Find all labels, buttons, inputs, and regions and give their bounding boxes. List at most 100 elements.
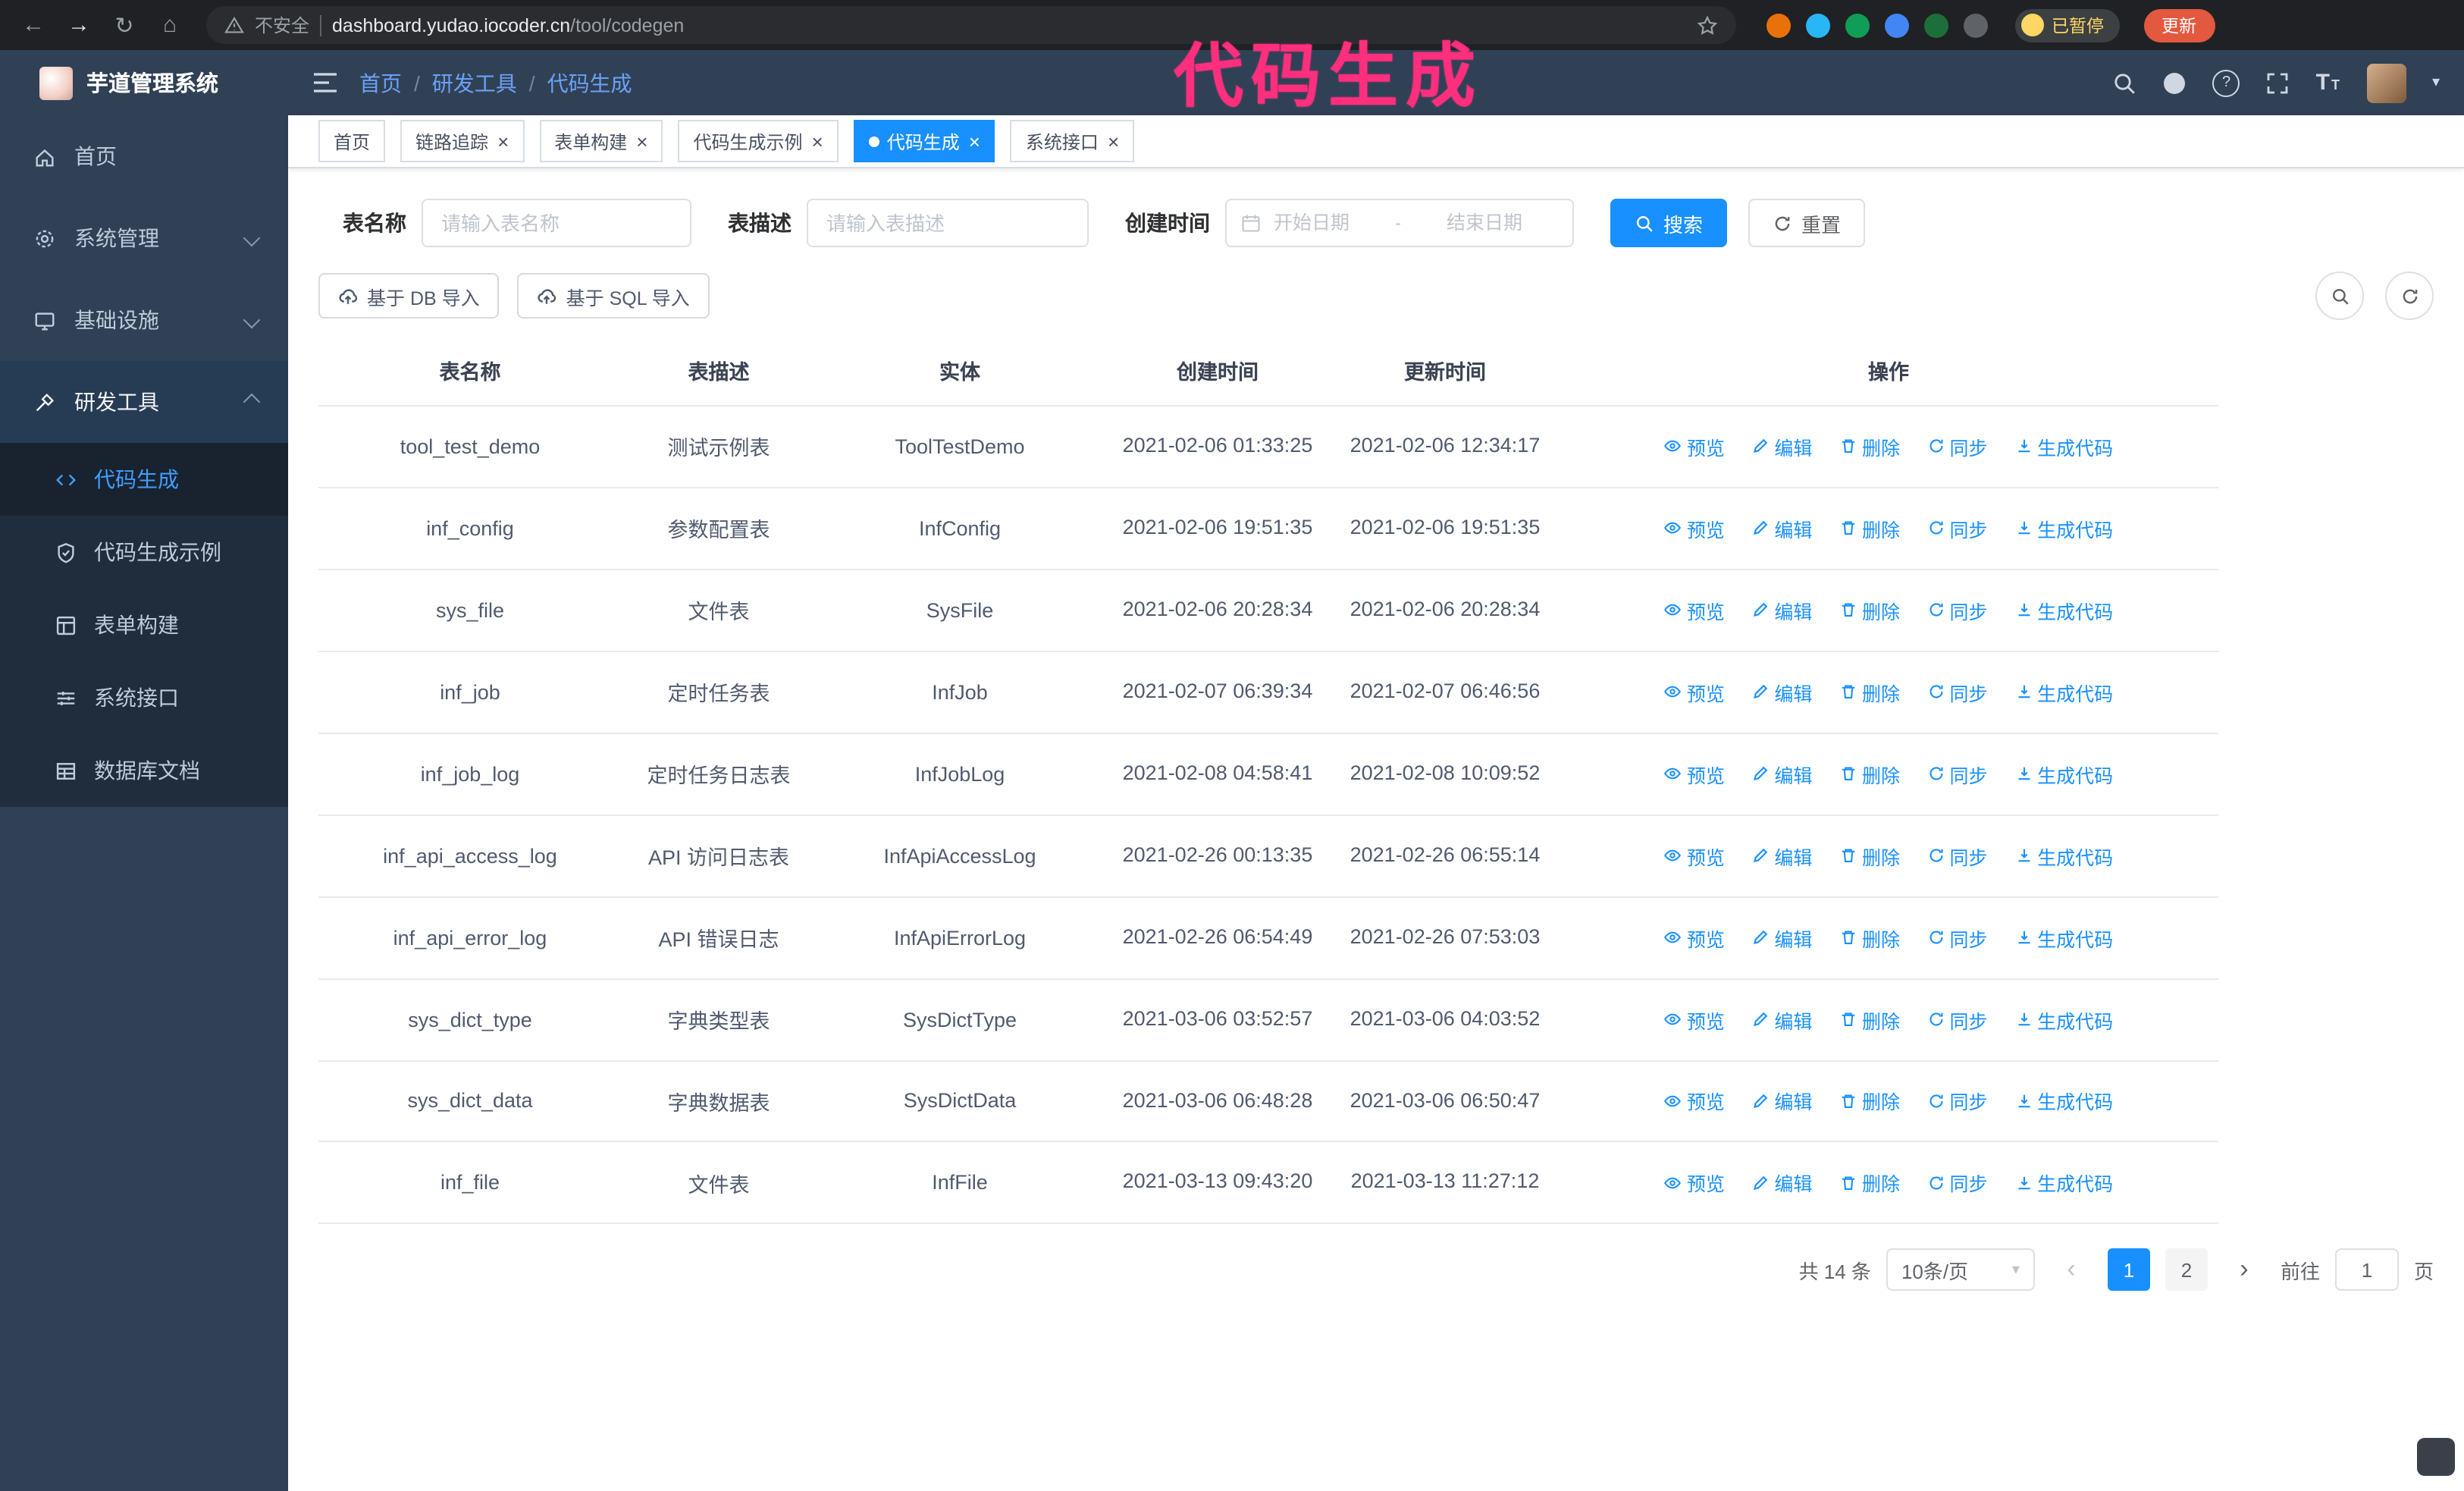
edit-link[interactable]: 编辑: [1751, 678, 1812, 707]
generate-code-link[interactable]: 生成代码: [2014, 596, 2113, 625]
delete-link[interactable]: 删除: [1839, 678, 1900, 707]
edit-link[interactable]: 编辑: [1751, 514, 1812, 543]
sync-link[interactable]: 同步: [1927, 514, 1988, 543]
edit-link[interactable]: 编辑: [1751, 759, 1812, 788]
font-size-icon[interactable]: TT: [2316, 70, 2341, 96]
preview-link[interactable]: 预览: [1664, 596, 1725, 625]
tab-系统接口[interactable]: 系统接口 ×: [1010, 120, 1135, 162]
fullscreen-icon[interactable]: [2266, 71, 2290, 95]
tab-close-icon[interactable]: ×: [969, 131, 980, 151]
tab-链路追踪[interactable]: 链路追踪 ×: [400, 120, 525, 162]
sync-link[interactable]: 同步: [1927, 596, 1988, 625]
extension-icon-1[interactable]: [1766, 13, 1791, 37]
search-button[interactable]: 搜索: [1610, 199, 1728, 247]
delete-link[interactable]: 删除: [1839, 841, 1900, 870]
page-button-1[interactable]: 1: [2107, 1248, 2150, 1292]
edit-link[interactable]: 编辑: [1751, 432, 1812, 461]
tab-close-icon[interactable]: ×: [1108, 131, 1119, 151]
edit-link[interactable]: 编辑: [1751, 1005, 1812, 1034]
delete-link[interactable]: 删除: [1839, 923, 1900, 952]
sidebar-item-devtools[interactable]: 研发工具: [0, 361, 288, 443]
edit-link[interactable]: 编辑: [1751, 841, 1812, 870]
extension-icon-5[interactable]: [1924, 13, 1948, 37]
sync-link[interactable]: 同步: [1927, 432, 1988, 461]
tab-首页[interactable]: 首页: [318, 120, 386, 162]
delete-link[interactable]: 删除: [1839, 759, 1900, 788]
date-range-picker[interactable]: -: [1225, 199, 1574, 247]
generate-code-link[interactable]: 生成代码: [2014, 923, 2113, 952]
sync-link[interactable]: 同步: [1927, 1169, 1988, 1198]
end-date-input[interactable]: [1410, 211, 1525, 235]
delete-link[interactable]: 删除: [1839, 1169, 1900, 1198]
sync-link[interactable]: 同步: [1927, 923, 1988, 952]
toggle-search-button[interactable]: [2315, 272, 2364, 320]
sync-link[interactable]: 同步: [1927, 841, 1988, 870]
preview-link[interactable]: 预览: [1664, 1169, 1725, 1198]
generate-code-link[interactable]: 生成代码: [2014, 1005, 2113, 1034]
import-db-button[interactable]: 基于 DB 导入: [318, 273, 500, 319]
sync-link[interactable]: 同步: [1927, 759, 1988, 788]
tab-close-icon[interactable]: ×: [812, 131, 823, 151]
preview-link[interactable]: 预览: [1664, 678, 1725, 707]
bookmark-star-icon[interactable]: [1697, 14, 1718, 36]
caret-down-icon[interactable]: ▾: [2432, 74, 2440, 91]
search-icon[interactable]: [2113, 71, 2137, 95]
extension-icon-4[interactable]: [1885, 13, 1909, 37]
prev-page-button[interactable]: ‹: [2050, 1249, 2093, 1292]
reset-button[interactable]: 重置: [1748, 199, 1866, 247]
preview-link[interactable]: 预览: [1664, 923, 1725, 952]
tab-close-icon[interactable]: ×: [636, 131, 647, 151]
address-bar[interactable]: 不安全 dashboard.yudao.iocoder.cn/tool/code…: [206, 6, 1736, 44]
sidebar-item-infrastructure[interactable]: 基础设施: [0, 279, 288, 361]
extension-icon-3[interactable]: [1845, 13, 1870, 37]
extension-paused-badge[interactable]: 已暂停: [2015, 8, 2119, 42]
page-size-select[interactable]: 10条/页 ▾: [1886, 1248, 2035, 1292]
preview-link[interactable]: 预览: [1664, 841, 1725, 870]
preview-link[interactable]: 预览: [1664, 514, 1725, 543]
sync-link[interactable]: 同步: [1927, 1005, 1988, 1034]
breadcrumb-devtools[interactable]: 研发工具: [432, 67, 517, 98]
import-sql-button[interactable]: 基于 SQL 导入: [517, 273, 710, 319]
refresh-table-button[interactable]: [2385, 272, 2434, 320]
breadcrumb-home[interactable]: 首页: [359, 67, 402, 98]
sidebar-item-codegen[interactable]: 代码生成: [0, 443, 288, 516]
delete-link[interactable]: 删除: [1839, 432, 1900, 461]
forward-icon[interactable]: →: [61, 7, 97, 43]
tab-代码生成示例[interactable]: 代码生成示例 ×: [678, 120, 839, 162]
page-button-2[interactable]: 2: [2165, 1248, 2208, 1292]
sidebar-item-system-mgmt[interactable]: 系统管理: [0, 197, 288, 279]
generate-code-link[interactable]: 生成代码: [2014, 841, 2113, 870]
preview-link[interactable]: 预览: [1664, 759, 1725, 788]
user-avatar[interactable]: [2366, 63, 2406, 102]
start-date-input[interactable]: [1271, 211, 1386, 235]
next-page-button[interactable]: ›: [2223, 1249, 2265, 1292]
sidebar-item-form-builder[interactable]: 表单构建: [0, 589, 288, 661]
sync-link[interactable]: 同步: [1927, 678, 1988, 707]
sidebar-item-db-doc[interactable]: 数据库文档: [0, 734, 288, 807]
generate-code-link[interactable]: 生成代码: [2014, 1087, 2113, 1116]
generate-code-link[interactable]: 生成代码: [2014, 759, 2113, 788]
hamburger-icon[interactable]: [312, 71, 338, 94]
extension-icon-2[interactable]: [1806, 13, 1830, 37]
help-icon[interactable]: ?: [2212, 69, 2240, 96]
home-icon[interactable]: ⌂: [152, 7, 188, 43]
delete-link[interactable]: 删除: [1839, 514, 1900, 543]
generate-code-link[interactable]: 生成代码: [2014, 514, 2113, 543]
edit-link[interactable]: 编辑: [1751, 923, 1812, 952]
table-desc-input[interactable]: [807, 199, 1089, 247]
floating-widget[interactable]: [2417, 1438, 2455, 1476]
edit-link[interactable]: 编辑: [1751, 1169, 1812, 1198]
sidebar-item-codegen-example[interactable]: 代码生成示例: [0, 516, 288, 589]
github-icon[interactable]: [2163, 71, 2187, 95]
delete-link[interactable]: 删除: [1839, 1087, 1900, 1116]
sidebar-item-home[interactable]: 首页: [0, 115, 288, 197]
preview-link[interactable]: 预览: [1664, 1005, 1725, 1034]
delete-link[interactable]: 删除: [1839, 1005, 1900, 1034]
sidebar-item-system-api[interactable]: 系统接口: [0, 661, 288, 734]
edit-link[interactable]: 编辑: [1751, 1087, 1812, 1116]
back-icon[interactable]: ←: [15, 7, 52, 43]
delete-link[interactable]: 删除: [1839, 596, 1900, 625]
generate-code-link[interactable]: 生成代码: [2014, 1169, 2113, 1198]
extension-icon-6[interactable]: [1964, 13, 1988, 37]
goto-page-input[interactable]: [2334, 1248, 2399, 1292]
